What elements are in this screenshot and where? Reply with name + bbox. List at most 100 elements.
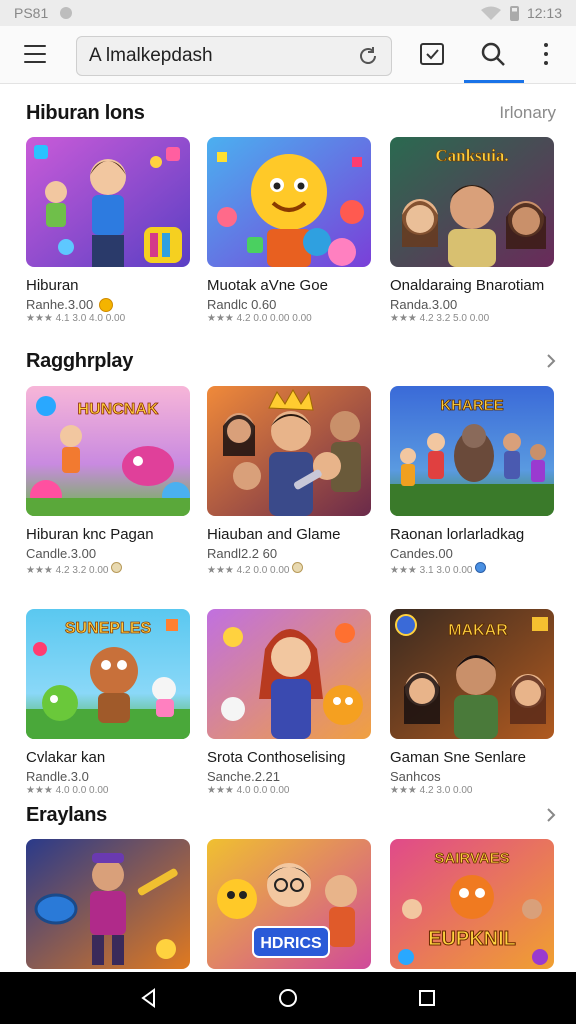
- app-subtitle-text: Sanhcos: [390, 769, 441, 784]
- app-subtitle-text: Randa.3.00: [390, 297, 458, 312]
- section-header: Eraylans: [26, 801, 556, 829]
- app-title: Hiauban and Glame: [207, 526, 341, 543]
- section-title: Hiburan lons: [26, 101, 145, 124]
- app-subtitle-text: Randle.3.0: [26, 769, 89, 784]
- chevron-right-icon[interactable]: [546, 354, 556, 368]
- thumb-title-text: MAKAR: [448, 622, 508, 639]
- app-subtitle: Candes.00: [390, 546, 554, 561]
- app-thumbnail: KHAREE: [390, 386, 554, 516]
- app-title: Cvlakar kan: [26, 749, 106, 766]
- app-rating: ★★★ 4.0 0.0 0.00: [207, 785, 290, 796]
- section-more-link[interactable]: Irlonary: [499, 103, 556, 123]
- app-thumbnail: HUNCNAK: [26, 386, 190, 516]
- app-card[interactable]: HUNCNAK Hiburan knc Pagan Candle.3.00 ★★…: [26, 386, 190, 576]
- app-card[interactable]: Hiburan Ranhe.3.00 ★★★ 4.1 3.0 4.0 0.00: [26, 137, 190, 324]
- thumb-title-text: HDRICS: [260, 935, 322, 952]
- app-thumbnail: HDRICS: [207, 839, 371, 969]
- app-title: Raonan lorlarladkag: [390, 526, 525, 543]
- app-title: Srota Conthoselising: [207, 749, 346, 766]
- active-tab-indicator: [464, 80, 524, 83]
- thumb-title-text-top: SAIRVAES: [434, 850, 509, 867]
- app-subtitle: Randle.3.0: [26, 769, 190, 784]
- section-header: Hiburan lons Irlonary: [26, 99, 556, 127]
- coin-icon: [99, 297, 114, 312]
- status-time-left: PS81: [14, 5, 49, 21]
- back-icon[interactable]: [137, 986, 161, 1010]
- section-title: Ragghrplay: [26, 349, 134, 372]
- app-rating: ★★★ 4.1 3.0 4.0 0.00: [26, 313, 126, 324]
- app-card[interactable]: Canksuia. Onaldaraing Bnarotiam Randa.3.…: [390, 137, 554, 324]
- notification-dot-icon: [60, 7, 73, 19]
- app-rating: ★★★ 4.2 0.0 0.00: [207, 562, 371, 576]
- app-subtitle: Sanhcos: [390, 769, 554, 784]
- app-title: Gaman Sne Senlare: [390, 749, 526, 766]
- app-rating-text: ★★★ 4.2 0.0 0.00: [207, 565, 290, 576]
- app-card[interactable]: Srota Conthoselising Sanche.2.21 ★★★ 4.0…: [207, 609, 371, 796]
- app-thumbnail: [26, 137, 190, 267]
- app-rating: ★★★ 4.2 3.0 0.00: [390, 785, 473, 796]
- app-rating-text: ★★★ 4.2 3.2 0.00: [26, 565, 109, 576]
- system-nav-bar: [0, 972, 576, 1024]
- thumb-title-text: KHAREE: [440, 397, 503, 414]
- app-thumbnail: SAIRVAES EUPKNIL: [390, 839, 554, 969]
- wifi-icon: [480, 6, 501, 20]
- app-card[interactable]: KHAREE Raonan lorlarladkag Candes.00 ★★★…: [390, 386, 554, 576]
- battery-icon: [509, 5, 519, 21]
- app-subtitle-text: Candes.00: [390, 546, 453, 561]
- badge-icon: [475, 562, 487, 573]
- thumb-title-text: Canksuia.: [435, 146, 508, 165]
- app-card[interactable]: Muotak aVne Goe Randlc 0.60 ★★★ 4.2 0.0 …: [207, 137, 371, 324]
- app-subtitle-text: Sanche.2.21: [207, 769, 281, 784]
- top-toolbar: A lmalkepdash: [0, 26, 576, 84]
- search-input-value[interactable]: A lmalkepdash: [89, 45, 357, 67]
- app-thumbnail: [207, 609, 371, 739]
- more-options-icon[interactable]: [543, 43, 549, 65]
- recents-icon[interactable]: [415, 986, 439, 1010]
- app-thumbnail: [26, 839, 190, 969]
- app-rating: ★★★ 4.2 3.2 0.00: [26, 562, 190, 576]
- app-rating: ★★★ 4.0 0.0 0.00: [26, 785, 109, 796]
- app-title: Hiburan knc Pagan: [26, 526, 154, 543]
- section-header: Ragghrplay: [26, 347, 556, 375]
- app-thumbnail: Canksuia.: [390, 137, 554, 267]
- app-card[interactable]: MAKAR Gaman Sne Senlare Sanhcos ★★★ 4.2 …: [390, 609, 554, 796]
- section-title: Eraylans: [26, 803, 107, 826]
- app-thumbnail: MAKAR: [390, 609, 554, 739]
- menu-icon[interactable]: [24, 45, 46, 63]
- app-subtitle: Randa.3.00: [390, 297, 554, 312]
- app-subtitle-text: Ranhe.3.00: [26, 297, 94, 312]
- thumb-title-text: HUNCNAK: [78, 401, 159, 418]
- app-subtitle: Candle.3.00: [26, 546, 190, 561]
- app-title: Hiburan: [26, 277, 79, 294]
- app-card[interactable]: Hiauban and Glame Randl2.2 60 ★★★ 4.2 0.…: [207, 386, 371, 576]
- app-subtitle-text: Candle.3.00: [26, 546, 97, 561]
- app-card[interactable]: SAIRVAES EUPKNIL: [390, 839, 554, 972]
- app-subtitle: Randlc 0.60: [207, 297, 371, 312]
- app-rating: ★★★ 4.2 3.2 5.0 0.00: [390, 313, 490, 324]
- search-icon[interactable]: [480, 41, 506, 67]
- thumb-title-text: EUPKNIL: [428, 928, 516, 950]
- chevron-right-icon[interactable]: [546, 808, 556, 822]
- status-bar: PS81 12:13: [0, 0, 576, 26]
- app-thumbnail: [207, 386, 371, 516]
- app-rating-text: ★★★ 3.1 3.0 0.00: [390, 565, 473, 576]
- app-subtitle: Ranhe.3.00: [26, 297, 190, 312]
- app-subtitle-text: Randlc 0.60: [207, 297, 277, 312]
- status-time-right: 12:13: [526, 5, 562, 21]
- coin-icon: [292, 562, 304, 573]
- app-card[interactable]: [26, 839, 190, 972]
- thumb-title-text: SUNEPLES: [65, 620, 152, 637]
- home-icon[interactable]: [276, 986, 300, 1010]
- check-icon[interactable]: [420, 43, 444, 65]
- app-card[interactable]: SUNEPLES Cvlakar kan Randle.3.0 ★★★ 4.0 …: [26, 609, 190, 796]
- search-input[interactable]: A lmalkepdash: [76, 36, 392, 76]
- app-thumbnail: SUNEPLES: [26, 609, 190, 739]
- app-rating: ★★★ 3.1 3.0 0.00: [390, 562, 554, 576]
- app-subtitle: Randl2.2 60: [207, 546, 371, 561]
- app-subtitle: Sanche.2.21: [207, 769, 371, 784]
- app-subtitle-text: Randl2.2 60: [207, 546, 278, 561]
- main-content[interactable]: Hiburan lons Irlonary Hiburan Ranhe.3.00…: [0, 85, 576, 972]
- app-card[interactable]: HDRICS: [207, 839, 371, 972]
- coin-icon: [111, 562, 123, 573]
- refresh-icon[interactable]: [357, 45, 379, 67]
